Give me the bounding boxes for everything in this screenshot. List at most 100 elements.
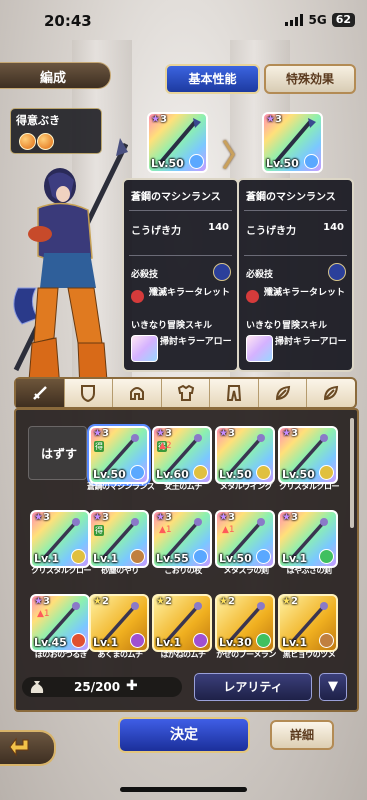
weapon-name: メタルウイング <box>219 482 273 491</box>
attack-value: 140 <box>323 222 344 233</box>
weapon-level: Lv.50 <box>93 468 126 481</box>
weapon-name: こおりの杖 <box>164 566 202 575</box>
accessory2-icon <box>324 385 339 401</box>
element-icon <box>130 465 145 480</box>
adventure-skill-label: いきなり冒険スキル <box>246 321 328 331</box>
weapon-icon: ★3 ▲1 Lv.45 <box>30 594 90 652</box>
ice-element-icon <box>304 154 319 169</box>
weapon-name: ほのおのつるぎ <box>34 650 88 659</box>
battery-icon: 62 <box>331 13 355 27</box>
special-move-label: 必殺技 <box>246 270 274 280</box>
inventory-item[interactable]: ★2 Lv.1 はがねのムチ <box>152 594 216 662</box>
weapon-icon: ★3 Lv.50 <box>215 426 275 484</box>
tab-weapon[interactable] <box>16 379 65 407</box>
inventory-item[interactable]: ★3 Lv.50 メタルウイング <box>215 426 279 494</box>
tab-accessory-2[interactable] <box>307 379 355 407</box>
inventory-item[interactable]: ★2 Lv.1 黒ヒョウのツメ <box>278 594 342 662</box>
weapon-level: Lv.60 <box>156 468 189 481</box>
attack-label: こうげき力 <box>246 226 296 237</box>
preview-weapon-icon[interactable]: ★3 Lv.50 <box>262 112 323 173</box>
inventory-item[interactable]: ★2 Lv.30 かぜのブーメラン <box>215 594 279 662</box>
inventory-item[interactable]: ★3 ▲1 Lv.50 メタスラの剣 <box>215 510 279 578</box>
inventory-item[interactable]: ★3 ▲1 Lv.45 ほのおのつるぎ <box>30 594 94 662</box>
status-icons: 5G 62 <box>285 13 355 27</box>
tab-armor[interactable] <box>162 379 211 407</box>
inventory-item[interactable]: ★3 得 Lv.50 蒼鋼のマシンランス <box>87 426 155 494</box>
current-weapon-icon[interactable]: ★3 Lv.50 <box>147 112 208 173</box>
divider <box>244 210 347 211</box>
weapon-icon: ★3 得 ▲2 Lv.60 <box>152 426 212 484</box>
weapon-level: Lv.50 <box>219 552 252 565</box>
favorite-weapon-label: 得意ぶき <box>16 114 60 127</box>
element-icon <box>193 549 208 564</box>
weapon-name: クリスタルクロー <box>31 566 92 575</box>
magnifier-icon[interactable] <box>328 263 346 281</box>
special-move-name: 殲滅キラータレット <box>264 288 346 298</box>
weapon-name: はがねのムチ <box>160 650 207 659</box>
star-rank: ★2 <box>219 596 235 607</box>
weapon-name: あくまのムチ <box>97 650 144 659</box>
sword-icon <box>32 386 47 400</box>
weapon-icon: ★3 Lv.1 <box>278 510 338 568</box>
weapon-level: Lv.1 <box>156 636 182 649</box>
special-move-icon <box>246 290 259 303</box>
scrollbar[interactable] <box>350 418 354 528</box>
weapon-level: Lv.30 <box>219 636 252 649</box>
inventory-item[interactable]: ★3 得 ▲2 Lv.60 女王のムチ <box>152 426 216 494</box>
tab-legs[interactable] <box>210 379 259 407</box>
unequip-label: はずす <box>41 447 78 461</box>
inventory-item[interactable]: ★3 Lv.1 はやぶさの剣 <box>278 510 342 578</box>
plus-level: ▲2 <box>159 441 172 451</box>
weapon-name: 蒼鋼のマシンランス <box>246 192 336 203</box>
shield-icon <box>81 385 96 402</box>
attack-value: 140 <box>208 222 229 233</box>
element-icon <box>71 633 86 648</box>
tab-special-effects[interactable]: 特殊効果 <box>264 64 356 94</box>
tab-basic-performance[interactable]: 基本性能 <box>165 64 260 94</box>
special-move-name: 殲滅キラータレット <box>149 288 231 298</box>
sort-direction-button[interactable]: ▼ <box>319 673 347 701</box>
weapon-name: クリスタルクロー <box>279 482 340 491</box>
weapon-level: Lv.1 <box>282 552 308 565</box>
character-portrait <box>13 138 128 394</box>
star-rank: ★3 <box>93 428 109 439</box>
weapon-name: かぜのブーメラン <box>216 650 276 659</box>
tab-shield[interactable] <box>65 379 114 407</box>
helmet-icon <box>129 387 144 400</box>
weapon-level: Lv.1 <box>93 552 119 565</box>
network-label: 5G <box>308 13 327 27</box>
inventory-item[interactable]: ★3 得 Lv.1 砂塵のやり <box>89 510 153 578</box>
favorite-tag: 得 <box>94 441 104 452</box>
weapon-level: Lv.1 <box>34 552 60 565</box>
star-rank: ★3 <box>151 114 167 125</box>
accessory-icon <box>275 385 290 401</box>
magnifier-icon[interactable] <box>213 263 231 281</box>
star-rank: ★2 <box>93 596 109 607</box>
capacity-display: 25/200 ✚ <box>22 677 182 697</box>
pants-icon <box>227 385 242 401</box>
tab-helmet[interactable] <box>113 379 162 407</box>
back-button[interactable] <box>0 730 56 766</box>
plus-level: ▲1 <box>37 609 50 619</box>
element-icon <box>130 633 145 648</box>
adventure-skill-name: 掃討キラーアロー <box>160 337 232 347</box>
weapon-icon: ★3 Lv.50 <box>278 426 338 484</box>
confirm-button[interactable]: 決定 <box>118 717 250 753</box>
bag-icon <box>30 681 44 693</box>
sort-rarity-button[interactable]: レアリティ <box>194 673 312 701</box>
star-rank: ★3 <box>282 428 298 439</box>
inventory-item[interactable]: ★2 Lv.1 あくまのムチ <box>89 594 153 662</box>
unequip-button[interactable]: はずす <box>28 426 87 480</box>
inventory-item[interactable]: ★3 Lv.1 クリスタルクロー <box>30 510 94 578</box>
arrow-right-icon: 〉 <box>222 139 252 174</box>
element-icon <box>193 633 208 648</box>
weapon-icon: ★2 Lv.30 <box>215 594 275 652</box>
element-icon <box>71 549 86 564</box>
tab-accessory[interactable] <box>259 379 308 407</box>
divider <box>244 255 347 256</box>
expand-capacity-button[interactable]: ✚ <box>126 678 138 694</box>
inventory-item[interactable]: ★3 ▲1 Lv.55 こおりの杖 <box>152 510 216 578</box>
weapon-name: はやぶさの剣 <box>286 566 333 575</box>
inventory-item[interactable]: ★3 Lv.50 クリスタルクロー <box>278 426 342 494</box>
detail-button[interactable]: 詳細 <box>270 720 334 750</box>
